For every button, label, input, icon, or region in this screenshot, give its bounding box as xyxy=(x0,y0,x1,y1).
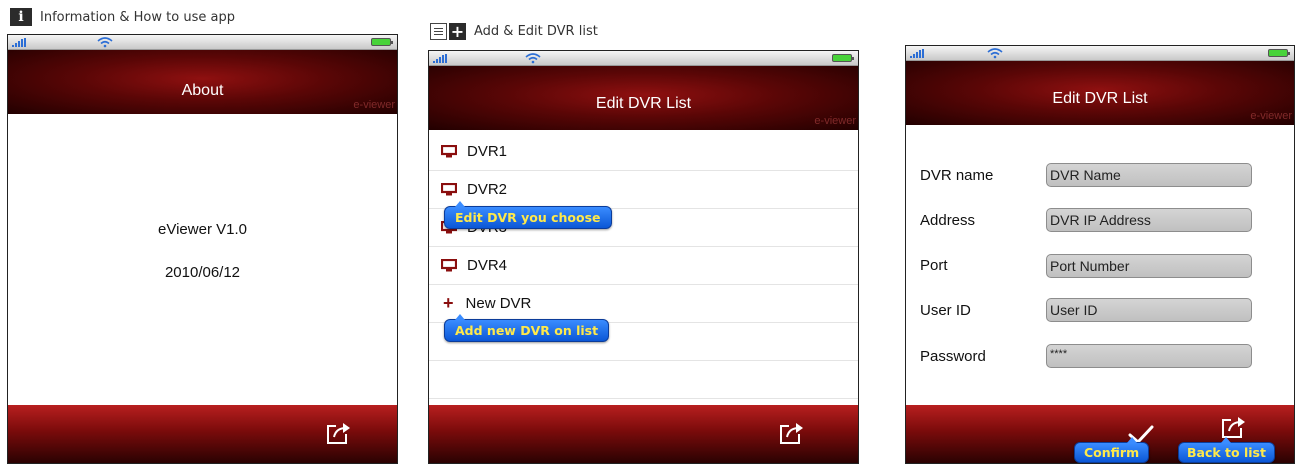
empty-row xyxy=(429,360,858,399)
brand-watermark: e-viewer xyxy=(1250,110,1292,122)
status-bar xyxy=(906,46,1294,61)
dvr-name-field[interactable]: DVR Name xyxy=(1046,163,1252,187)
signal-icon xyxy=(12,38,26,47)
tooltip-confirm[interactable]: Confirm xyxy=(1074,437,1150,463)
caption-info: i Information & How to use app xyxy=(10,8,235,26)
dvr-row-4[interactable]: DVR4 xyxy=(429,246,858,285)
dvr-row-2[interactable]: DVR2 xyxy=(429,170,858,209)
tooltip-edit-text: Edit DVR you choose xyxy=(455,210,601,225)
dvr-row-1[interactable]: DVR1 xyxy=(429,132,858,171)
tooltip-confirm-text: Confirm xyxy=(1084,445,1140,460)
dvr-name: DVR1 xyxy=(467,142,508,160)
wifi-icon xyxy=(97,37,113,48)
signal-icon xyxy=(910,49,924,58)
label-address: Address xyxy=(920,212,976,229)
monitor-icon xyxy=(441,144,457,157)
share-icon[interactable] xyxy=(1221,415,1247,439)
brand-watermark: e-viewer xyxy=(814,115,856,127)
battery-icon xyxy=(832,54,854,62)
tooltip-add-text: Add new DVR on list xyxy=(455,323,599,338)
info-icon: i xyxy=(10,8,32,26)
status-bar xyxy=(429,51,858,66)
new-dvr-label: New DVR xyxy=(465,294,532,312)
dvr-name: DVR2 xyxy=(467,180,508,198)
password-field[interactable]: **** xyxy=(1046,344,1252,368)
plus-icon: + xyxy=(443,293,454,313)
port-field[interactable]: Port Number xyxy=(1046,254,1252,278)
new-dvr-row[interactable]: + New DVR xyxy=(429,284,858,323)
app-version: eViewer V1.0 xyxy=(158,221,247,238)
tooltip-back-text: Back to list xyxy=(1187,445,1266,460)
about-screen: About e-viewer eViewer V1.0 2010/06/12 xyxy=(7,34,398,464)
navbar: Edit DVR List e-viewer xyxy=(429,66,858,130)
dvr-form-screen: Edit DVR List e-viewer DVR name DVR Name… xyxy=(905,45,1295,464)
battery-icon xyxy=(1268,49,1290,57)
caption-add-edit: + Add & Edit DVR list xyxy=(430,23,598,40)
monitor-icon xyxy=(441,258,457,271)
tooltip-add-dvr: Add new DVR on list xyxy=(444,314,610,342)
caption-info-text: Information & How to use app xyxy=(40,9,235,25)
label-password: Password xyxy=(920,348,986,365)
signal-icon xyxy=(433,54,447,63)
page-title: About xyxy=(181,82,224,99)
address-field[interactable]: DVR IP Address xyxy=(1046,208,1252,232)
navbar: Edit DVR List e-viewer xyxy=(906,61,1294,125)
caption-add-edit-text: Add & Edit DVR list xyxy=(474,24,598,39)
battery-icon xyxy=(371,38,393,46)
release-date: 2010/06/12 xyxy=(164,264,241,281)
navbar: About e-viewer xyxy=(8,50,397,114)
wifi-icon xyxy=(987,48,1003,59)
dvr-list-screen: Edit DVR List e-viewer DVR1 DVR2 DVR3 DV… xyxy=(428,50,859,464)
wifi-icon xyxy=(525,53,541,64)
share-icon[interactable] xyxy=(326,421,352,445)
label-user-id: User ID xyxy=(920,302,971,319)
label-dvr-name: DVR name xyxy=(920,167,994,184)
tooltip-back[interactable]: Back to list xyxy=(1178,437,1275,463)
list-add-icon: + xyxy=(430,23,466,40)
page-title: Edit DVR List xyxy=(1052,90,1148,107)
tooltip-edit-dvr: Edit DVR you choose xyxy=(444,201,612,229)
label-port: Port xyxy=(920,257,948,274)
tab-bar xyxy=(8,405,397,463)
status-bar xyxy=(8,35,397,50)
brand-watermark: e-viewer xyxy=(353,99,395,111)
tab-bar xyxy=(429,405,858,463)
page-title: Edit DVR List xyxy=(595,95,692,112)
monitor-icon xyxy=(441,182,457,195)
dvr-name: DVR4 xyxy=(467,256,508,274)
user-id-field[interactable]: User ID xyxy=(1046,298,1252,322)
share-icon[interactable] xyxy=(779,421,805,445)
